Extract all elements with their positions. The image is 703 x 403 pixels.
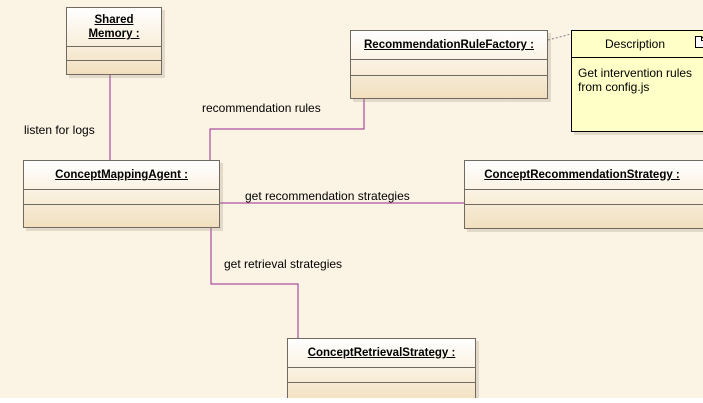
note-body: Get intervention rules from config.js (578, 66, 703, 94)
class-shared-memory-name-line2: Memory : (88, 28, 140, 40)
class-agent-divider (24, 204, 219, 205)
class-agent-name: ConceptMappingAgent : (55, 169, 188, 181)
class-rule-factory-header: RecommendationRuleFactory : (351, 31, 547, 60)
note-anchor-line (547, 33, 572, 41)
note-body-line1: Get intervention rules (578, 66, 693, 80)
note-fold-icon (695, 36, 703, 48)
class-shared-memory-name-line1: Shared (94, 14, 134, 26)
description-note[interactable]: Description Get intervention rules from … (571, 30, 703, 132)
class-retrieval-strategy-divider (288, 382, 475, 383)
class-recommendation-strategy-name: ConceptRecommendationStrategy : (484, 169, 680, 181)
label-get-recommendation-strategies: get recommendation strategies (245, 189, 410, 203)
class-recommendation-strategy-header: ConceptRecommendationStrategy : (465, 161, 703, 190)
class-recommendation-rule-factory[interactable]: RecommendationRuleFactory : (350, 30, 548, 99)
class-concept-recommendation-strategy[interactable]: ConceptRecommendationStrategy : (464, 160, 703, 229)
class-shared-memory-header: Shared Memory : (67, 8, 161, 47)
label-recommendation-rules: recommendation rules (202, 101, 321, 115)
note-title: Description (572, 31, 703, 58)
class-rule-factory-divider (351, 75, 547, 76)
class-rule-factory-name: RecommendationRuleFactory : (364, 39, 534, 51)
label-listen-for-logs: listen for logs (24, 123, 95, 137)
class-retrieval-strategy-name: ConceptRetrievalStrategy : (307, 347, 456, 359)
diagram-canvas: Shared Memory : RecommendationRuleFactor… (0, 0, 703, 398)
class-shared-memory[interactable]: Shared Memory : (66, 7, 162, 75)
note-body-line2: from config.js (578, 80, 650, 94)
class-shared-memory-divider (67, 60, 161, 61)
class-concept-retrieval-strategy[interactable]: ConceptRetrievalStrategy : (287, 338, 476, 398)
class-recommendation-strategy-divider (465, 204, 703, 205)
class-retrieval-strategy-header: ConceptRetrievalStrategy : (288, 339, 475, 368)
class-agent-header: ConceptMappingAgent : (24, 161, 219, 190)
connector-agent-retrieval-strategy[interactable] (210, 228, 299, 338)
class-concept-mapping-agent[interactable]: ConceptMappingAgent : (23, 160, 220, 228)
label-get-retrieval-strategies: get retrieval strategies (224, 257, 343, 271)
